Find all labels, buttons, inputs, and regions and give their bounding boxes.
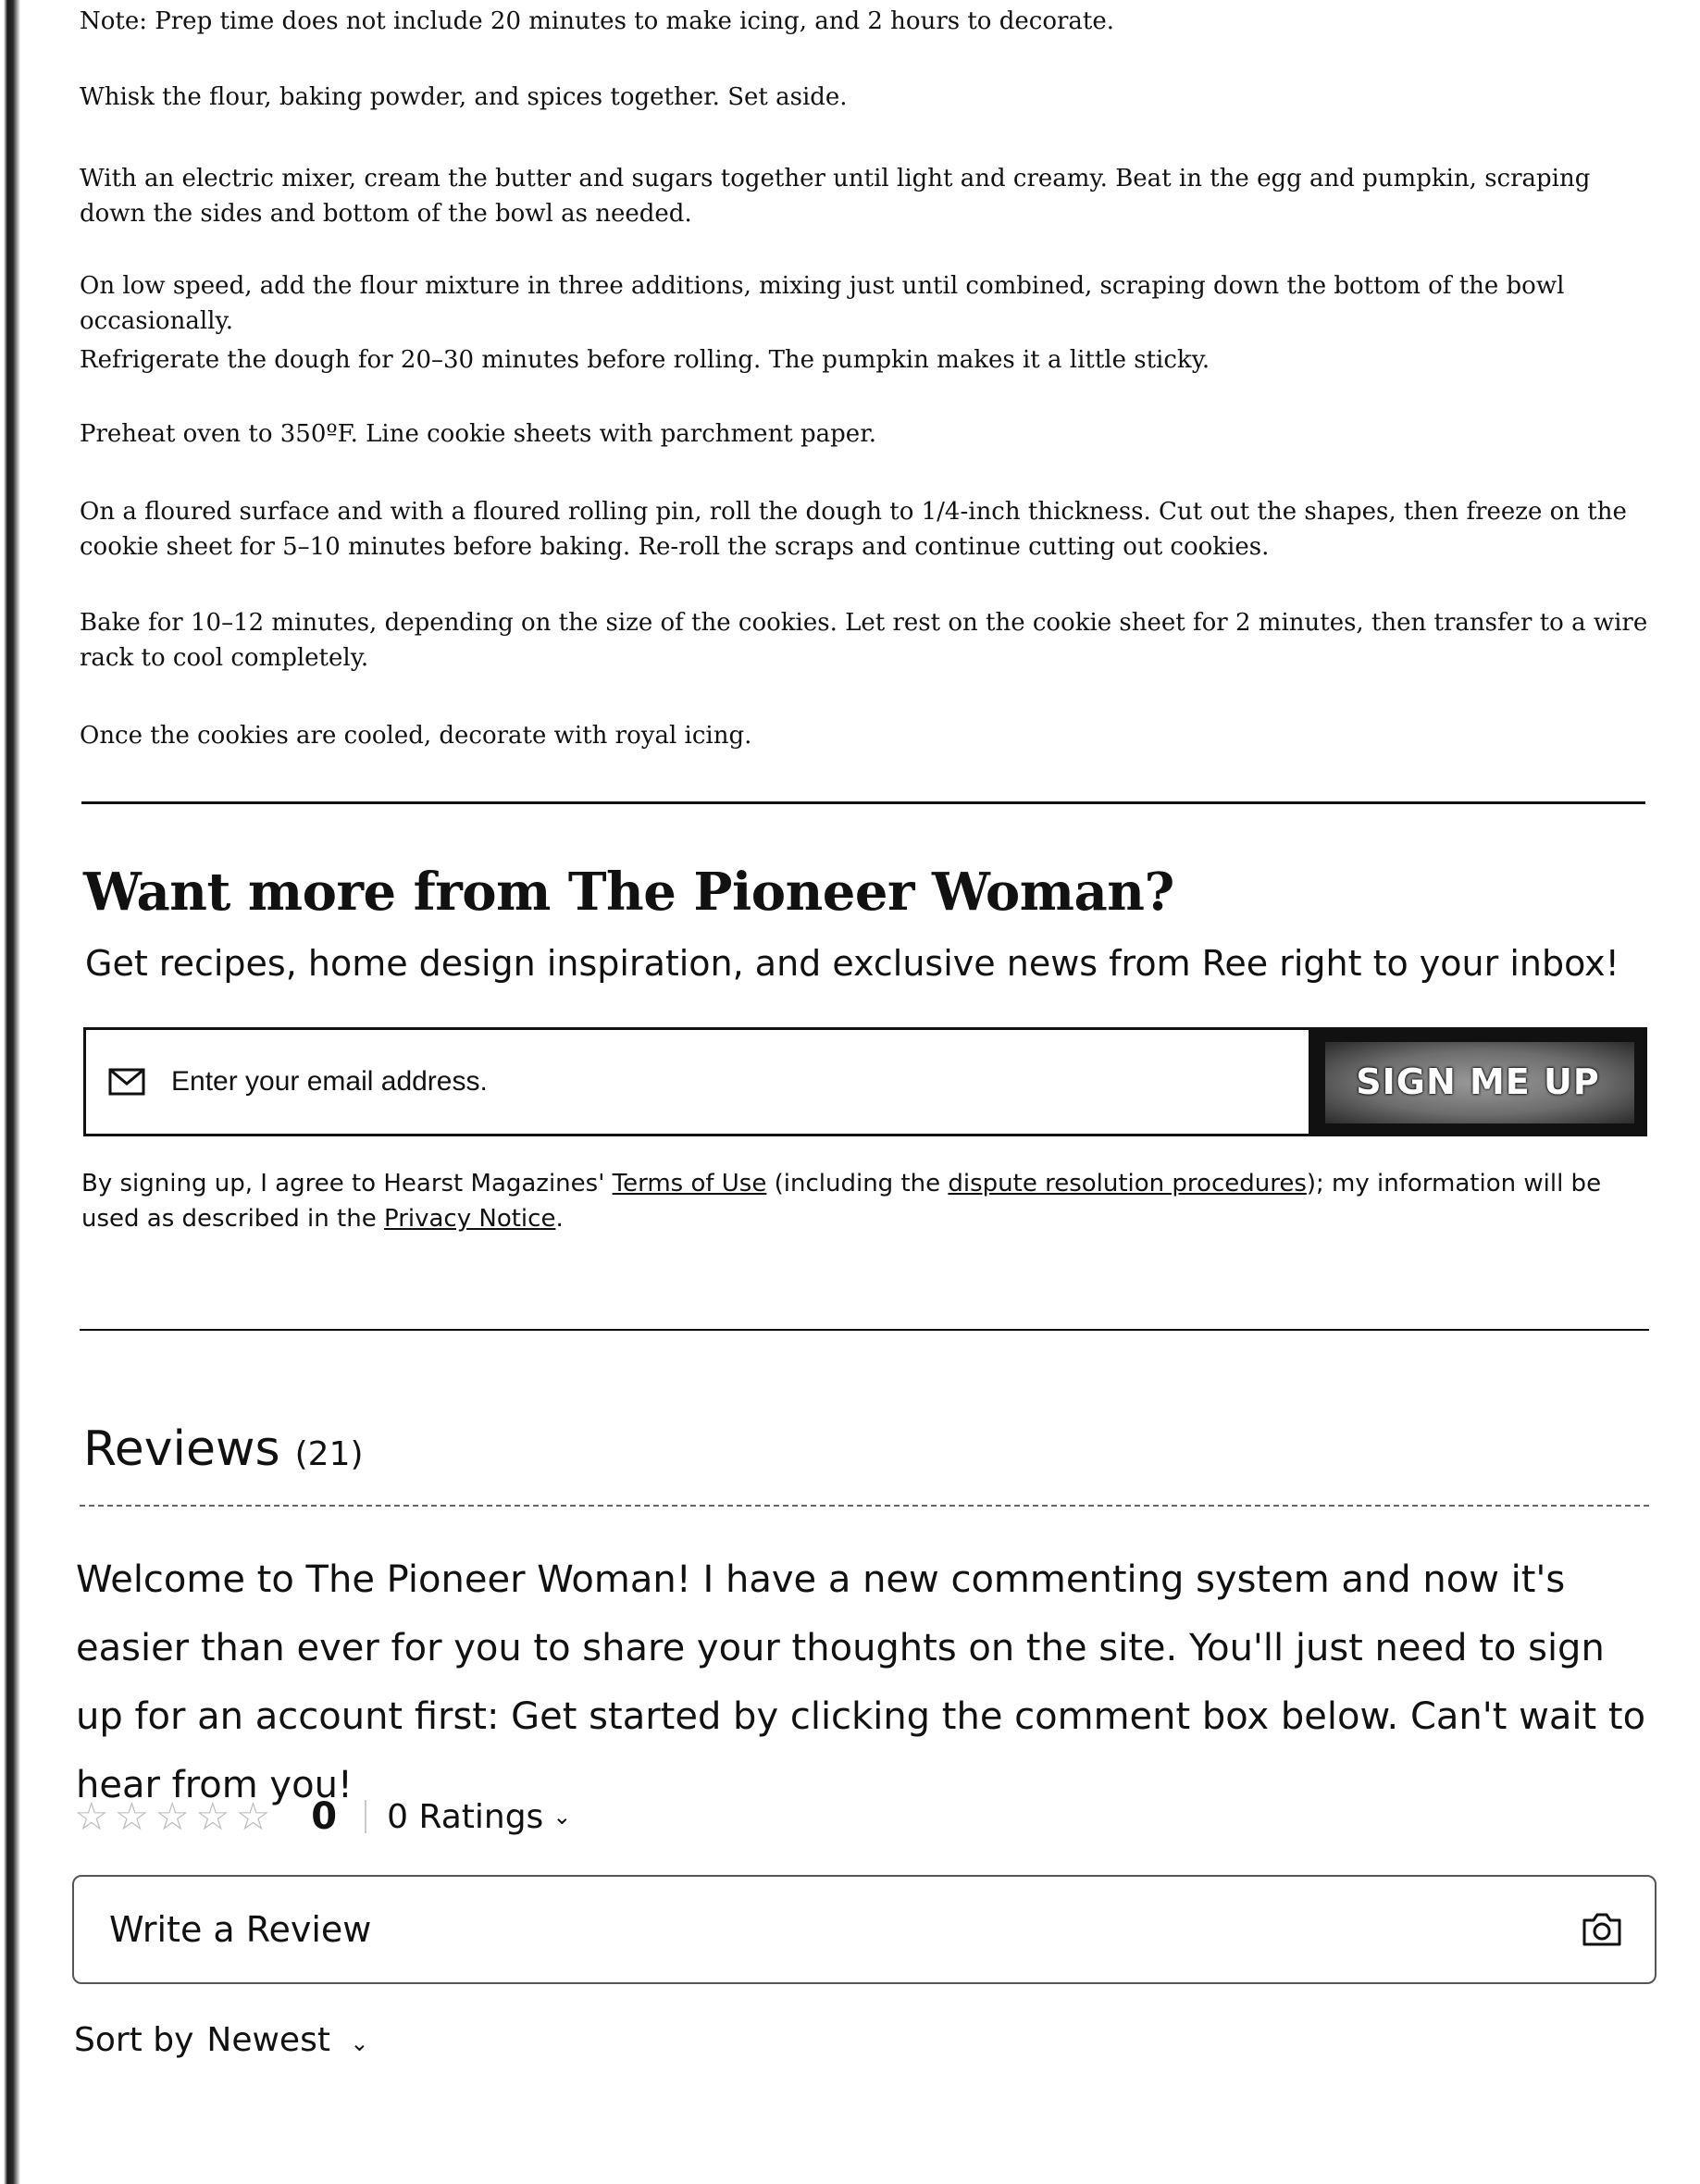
sign-me-up-label: SIGN ME UP [1356,1061,1600,1102]
direction-step: Preheat oven to 350ºF. Line cookie sheet… [80,420,877,448]
signup-disclaimer: By signing up, I agree to Hearst Magazin… [81,1166,1655,1236]
page-binding-shadow [0,0,24,2184]
star-outline-icon[interactable]: ☆ [195,1797,230,1836]
disclaimer-text: By signing up, I agree to Hearst Magazin… [81,1170,613,1197]
newsletter-subtitle: Get recipes, home design inspiration, an… [85,943,1619,984]
sign-me-up-button[interactable]: SIGN ME UP [1309,1027,1647,1136]
ratings-summary: ☆ ☆ ☆ ☆ ☆ 0 0 Ratings ⌄ [74,1784,571,1849]
chevron-down-icon: ⌄ [552,1804,572,1830]
star-outline-icon[interactable]: ☆ [155,1797,190,1836]
average-rating: 0 [311,1795,338,1838]
dispute-resolution-link[interactable]: dispute resolution procedures [948,1170,1307,1197]
email-field[interactable] [83,1027,1309,1136]
chevron-down-icon: ⌄ [350,2030,369,2056]
write-review-placeholder: Write a Review [109,1909,372,1950]
disclaimer-text: (including the [766,1170,949,1197]
envelope-icon [108,1068,145,1096]
direction-step: Bake for 10–12 minutes, depending on the… [80,609,1648,672]
direction-step: Whisk the flour, baking powder, and spic… [80,83,848,111]
reviews-welcome-message: Welcome to The Pioneer Woman! I have a n… [76,1558,1646,1806]
ratings-separator [365,1800,367,1833]
email-input[interactable] [169,1065,1309,1098]
star-outline-icon[interactable]: ☆ [236,1797,271,1836]
terms-of-use-link[interactable]: Terms of Use [613,1170,767,1197]
direction-step: With an electric mixer, cream the butter… [80,165,1591,228]
ratings-count-label: 0 Ratings [387,1797,544,1836]
newsletter-title: Want more from The Pioneer Woman? [83,862,1174,923]
disclaimer-text: . [555,1205,564,1233]
privacy-notice-link[interactable]: Privacy Notice [384,1205,555,1233]
camera-icon[interactable] [1581,1911,1623,1948]
sort-value: Newest [206,2021,330,2059]
reviews-heading: Reviews (21) [83,1420,364,1484]
direction-step: On low speed, add the flour mixture in t… [80,272,1565,335]
reviews-title: Reviews [83,1421,280,1477]
reviews-count: (21) [294,1435,364,1473]
reviews-divider [80,1505,1649,1507]
sort-dropdown[interactable]: Newest ⌄ [206,2021,368,2059]
direction-step: Once the cookies are cooled, decorate wi… [80,722,752,750]
direction-step: On a floured surface and with a floured … [80,498,1627,561]
star-outline-icon[interactable]: ☆ [74,1797,109,1836]
sort-label: Sort by [74,2021,194,2059]
star-rating[interactable]: ☆ ☆ ☆ ☆ ☆ [74,1797,270,1836]
ratings-dropdown[interactable]: 0 Ratings ⌄ [387,1798,571,1836]
direction-step: Refrigerate the dough for 20–30 minutes … [80,346,1210,374]
write-review-box[interactable]: Write a Review [72,1875,1657,1984]
newsletter-signup-form: SIGN ME UP [83,1027,1647,1136]
sort-control: Sort by Newest ⌄ [74,2021,369,2059]
section-divider [80,1329,1649,1331]
direction-step: Note: Prep time does not include 20 minu… [80,7,1114,35]
star-outline-icon[interactable]: ☆ [115,1797,150,1836]
section-divider [81,801,1645,804]
